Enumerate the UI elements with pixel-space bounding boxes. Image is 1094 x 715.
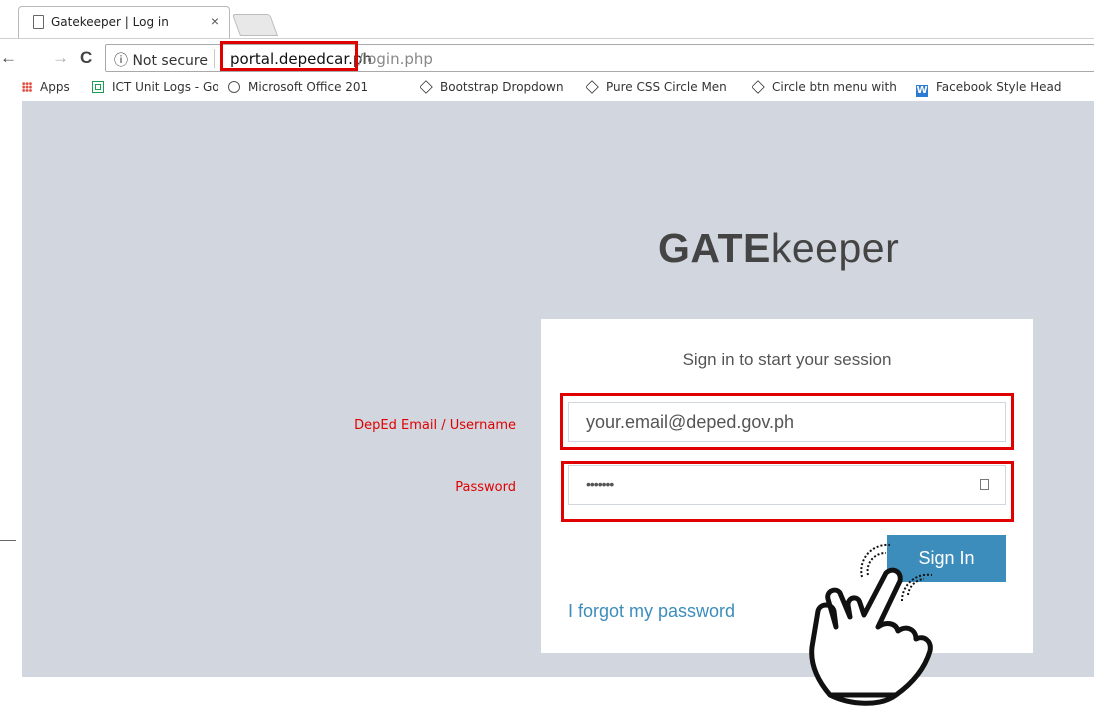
page-icon xyxy=(33,15,44,29)
divider xyxy=(0,540,16,541)
forward-icon[interactable]: → xyxy=(52,48,69,68)
w-icon: W xyxy=(916,85,928,97)
bookmark-apps[interactable]: Apps xyxy=(22,80,70,94)
bookmark-bootstrap-dropdown[interactable]: Bootstrap Dropdown xyxy=(420,80,572,94)
email-annotation-label: DepEd Email / Username xyxy=(354,418,516,433)
password-annotation-label: Password xyxy=(455,480,516,495)
url-path: /login.php xyxy=(358,50,433,68)
domain-highlight-box xyxy=(220,41,358,71)
left-gutter xyxy=(0,101,23,541)
back-icon[interactable]: ← xyxy=(0,48,17,68)
bookmark-pure-css-circle-menu[interactable]: Pure CSS Circle Men xyxy=(586,80,732,94)
office-icon xyxy=(228,81,240,93)
bookmark-circle-btn-menu[interactable]: Circle btn menu with xyxy=(752,80,900,94)
tab-title: Gatekeeper | Log in xyxy=(51,15,169,29)
tab-strip: Gatekeeper | Log in × xyxy=(0,0,1094,38)
browser-tab[interactable]: Gatekeeper | Log in × xyxy=(18,6,230,38)
codepen-icon xyxy=(752,80,765,94)
bookmark-ict-unit-logs[interactable]: ICT Unit Logs - Goog xyxy=(92,80,218,94)
address-divider xyxy=(214,49,215,68)
new-tab-button[interactable] xyxy=(231,14,279,36)
codepen-icon xyxy=(586,80,599,94)
forgot-password-link[interactable]: I forgot my password xyxy=(568,601,735,622)
pointing-hand-icon xyxy=(809,543,933,706)
bookmark-facebook-style-header[interactable]: W Facebook Style Head xyxy=(916,80,1076,97)
browser-toolbar: ← → C ⓘ Not secure portal.depedcar.ph /l… xyxy=(0,38,1094,77)
bookmarks-bar: Apps ICT Unit Logs - Goog Microsoft Offi… xyxy=(0,76,1094,101)
codepen-icon xyxy=(420,80,433,94)
logo-bold-part: GATE xyxy=(658,225,771,271)
password-highlight-box xyxy=(561,461,1014,522)
gatekeeper-logo: GATEkeeper xyxy=(658,225,899,272)
not-secure-indicator[interactable]: ⓘ Not secure xyxy=(114,50,208,70)
sheets-icon xyxy=(92,81,104,93)
reload-icon[interactable]: C xyxy=(80,48,92,68)
login-box-message: Sign in to start your session xyxy=(682,350,892,369)
close-tab-icon[interactable]: × xyxy=(211,13,219,29)
apps-grid-icon xyxy=(22,82,32,92)
bookmark-microsoft-office[interactable]: Microsoft Office 201 xyxy=(228,80,384,94)
email-highlight-box xyxy=(560,393,1014,450)
logo-light-part: keeper xyxy=(770,225,900,271)
